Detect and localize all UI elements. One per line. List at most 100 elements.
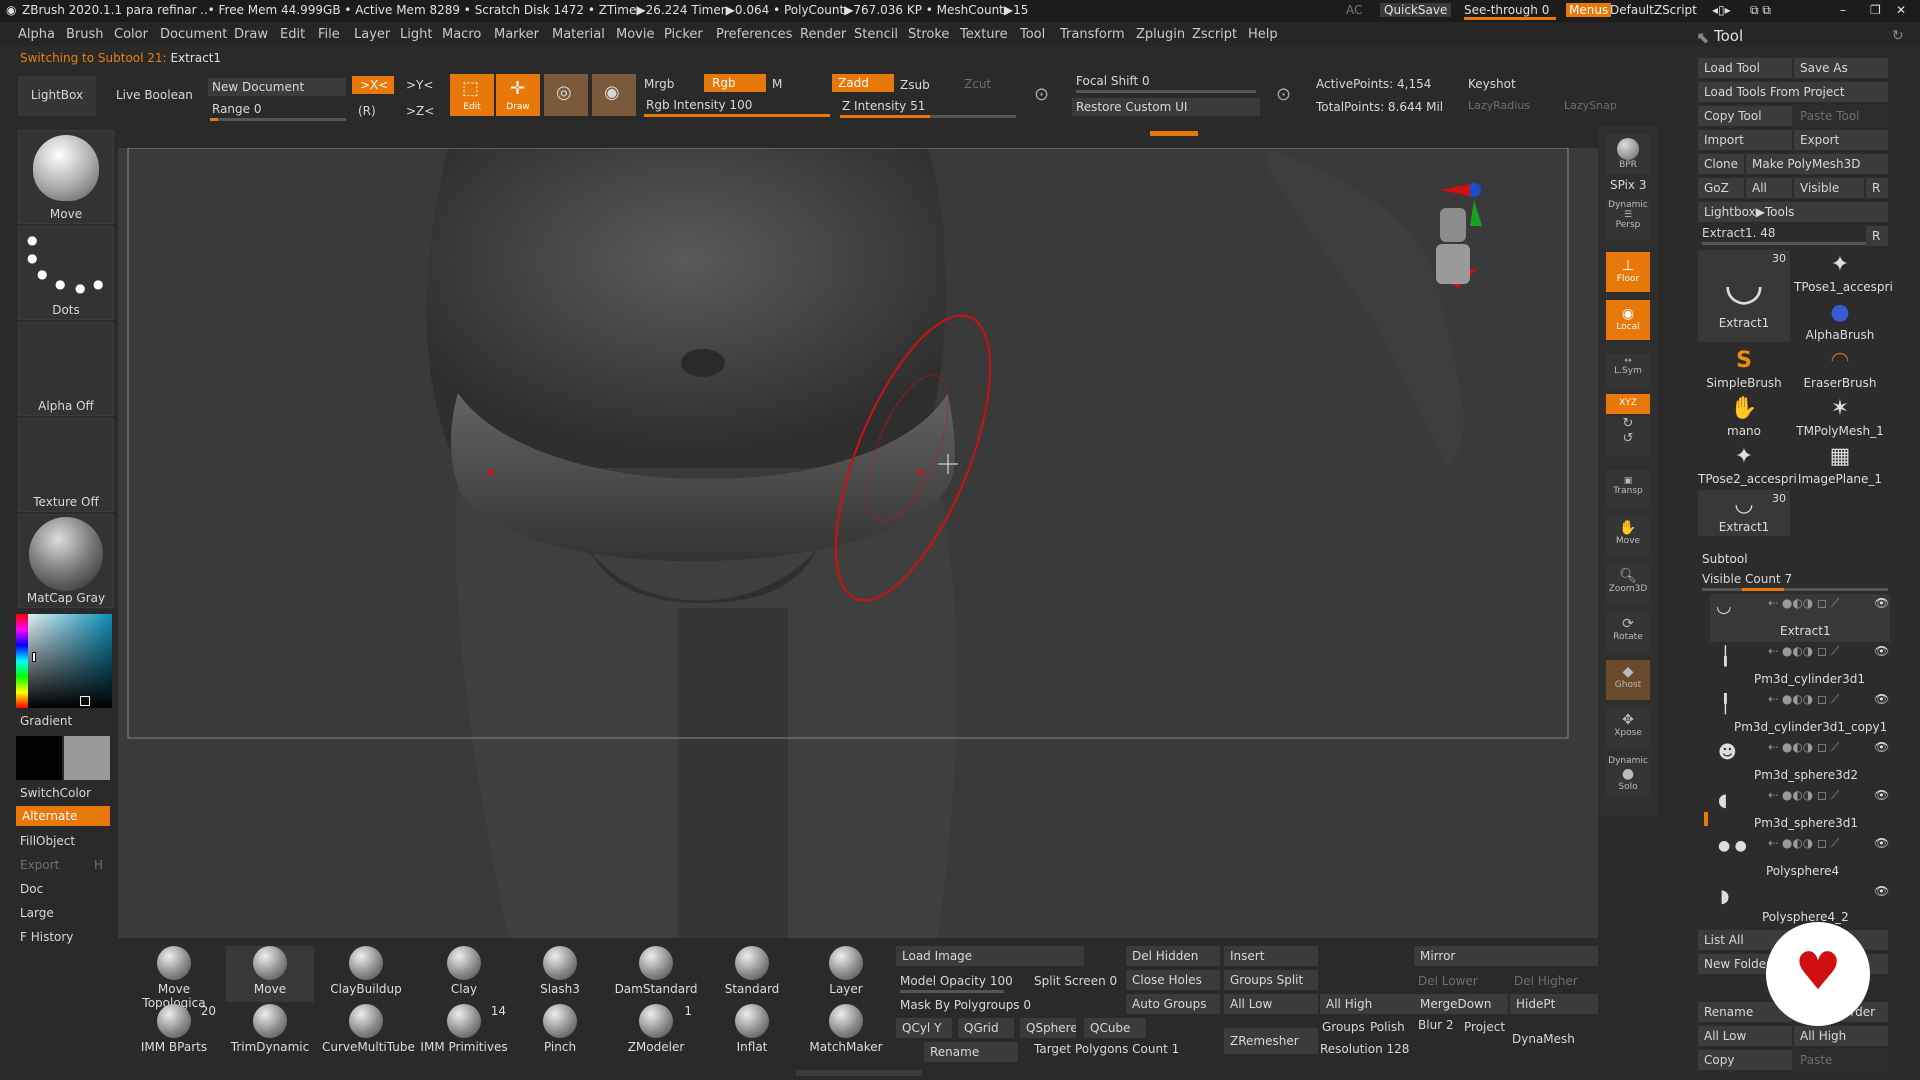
zcut-button[interactable]: Zcut: [964, 77, 991, 91]
xpose-button[interactable]: ✥ Xpose: [1606, 708, 1650, 748]
mergedown-button[interactable]: MergeDown: [1414, 994, 1508, 1014]
import-button[interactable]: Import: [1698, 130, 1792, 150]
move-mode-button[interactable]: ◎: [544, 74, 588, 116]
visible-count-track[interactable]: [1702, 588, 1888, 591]
xyz-button[interactable]: XYZ: [1606, 394, 1650, 414]
subtool-scroll-marker[interactable]: [1704, 812, 1708, 826]
del-lower-button[interactable]: Del Lower: [1418, 974, 1478, 988]
paste-tool-button[interactable]: Paste Tool: [1794, 106, 1888, 126]
subtool-toggle-icons[interactable]: ⇠ ●◐◑ ◻ ⟋: [1768, 836, 1839, 851]
make-polymesh3d-button[interactable]: Make PolyMesh3D: [1746, 154, 1888, 174]
sculpt-model[interactable]: [118, 148, 1598, 938]
stroke-s-icon[interactable]: ⊙: [1034, 84, 1049, 105]
eye-icon[interactable]: 👁︎: [1874, 740, 1889, 754]
qgrid-button[interactable]: QGrid: [958, 1018, 1014, 1038]
load-image-button[interactable]: Load Image: [896, 946, 1084, 966]
tool-thumb-eraserbrush[interactable]: ◠ EraserBrush: [1794, 346, 1886, 392]
menu-render[interactable]: Render: [800, 27, 846, 42]
subtool-all-high-button[interactable]: All High: [1794, 1026, 1888, 1046]
resolution-slider[interactable]: Resolution 128: [1320, 1042, 1409, 1056]
target-polygons-slider[interactable]: Target Polygons Count 1: [1034, 1042, 1179, 1056]
lsym-button[interactable]: ↔ L.Sym: [1606, 354, 1650, 388]
brush-trimdynamic[interactable]: TrimDynamic: [226, 1004, 314, 1060]
project-toggle[interactable]: Project: [1464, 1020, 1505, 1034]
menu-edit[interactable]: Edit: [280, 27, 305, 42]
subtool-toggle-icons[interactable]: ⇠ ●◐◑ ◻ ⟋: [1768, 788, 1839, 803]
model-opacity-slider[interactable]: Model Opacity 100: [900, 974, 1013, 988]
brush-clay[interactable]: Clay: [420, 946, 508, 1002]
y-sym-button[interactable]: >Y<: [406, 78, 433, 92]
zadd-button[interactable]: Zadd: [832, 74, 894, 92]
local-button[interactable]: ◉ Local: [1606, 300, 1650, 340]
x-sym-button[interactable]: >X<: [352, 76, 394, 94]
m-button[interactable]: M: [772, 77, 782, 91]
brush-imm-primitives[interactable]: IMM Primitives 14: [420, 1004, 508, 1060]
mask-polygroups-slider[interactable]: Mask By Polygroups 0: [900, 998, 1031, 1012]
zoom3d-button[interactable]: 🔍︎ Zoom3D: [1606, 564, 1650, 604]
eye-icon[interactable]: 👁︎: [1874, 644, 1889, 658]
subtool-toggle-icons[interactable]: ⇠ ●◐◑ ◻ ⟋: [1768, 692, 1839, 707]
tool-thumb-imageplane[interactable]: ▦ ImagePlane_1: [1794, 442, 1886, 488]
lazy-radius-slider[interactable]: LazyRadius: [1468, 99, 1530, 112]
rgb-intensity-slider[interactable]: Rgb Intensity 100: [646, 98, 752, 112]
tool-thumb-mano[interactable]: ✋ mano: [1698, 394, 1790, 440]
menu-tool[interactable]: Tool: [1020, 27, 1045, 42]
subtool-toggle-icons[interactable]: ⇠ ●◐◑ ◻ ⟋: [1768, 740, 1839, 755]
tool-thumb-tmpolymesh[interactable]: ✶ TMPolyMesh_1: [1794, 394, 1886, 440]
brush-zmodeler[interactable]: ZModeler 1: [612, 1004, 700, 1060]
tool-panel-title[interactable]: Tool: [1714, 27, 1743, 45]
insert-button[interactable]: Insert: [1224, 946, 1318, 966]
eye-icon[interactable]: 👁︎: [1874, 836, 1889, 850]
tool-thumb-simplebrush[interactable]: S SimpleBrush: [1698, 346, 1790, 392]
dynamesh-button[interactable]: DynaMesh: [1512, 1032, 1575, 1046]
h-button[interactable]: H: [94, 858, 103, 872]
export-tool-button[interactable]: Export: [1794, 130, 1888, 150]
range-slider-track[interactable]: [210, 118, 346, 121]
quicksave-button[interactable]: QuickSave: [1380, 3, 1452, 17]
menu-movie[interactable]: Movie: [616, 27, 654, 42]
goz-button[interactable]: GoZ: [1698, 178, 1744, 198]
export-button[interactable]: Export: [20, 858, 59, 872]
alpha-selector[interactable]: Alpha Off: [18, 322, 114, 416]
canvas-viewport[interactable]: [118, 148, 1598, 938]
all-high-button[interactable]: All High: [1320, 994, 1414, 1014]
maximize-icon[interactable]: ❐: [1870, 3, 1881, 17]
menu-draw[interactable]: Draw: [234, 27, 268, 42]
subtool-copy-button[interactable]: Copy: [1698, 1050, 1792, 1070]
polish-toggle[interactable]: Polish: [1370, 1020, 1405, 1034]
gradient-button[interactable]: Gradient: [20, 714, 72, 728]
rgb-intensity-track[interactable]: [644, 114, 830, 117]
goz-all-button[interactable]: All: [1746, 178, 1792, 198]
subtool-toggle-icons[interactable]: ⇠ ●◐◑ ◻ ⟋: [1768, 644, 1839, 659]
visible-count-slider[interactable]: Visible Count 7: [1702, 572, 1792, 586]
current-tool-slider[interactable]: Extract1. 48: [1702, 226, 1776, 240]
layout-arrows-icon[interactable]: ◂▯▸: [1712, 3, 1731, 17]
subtool-row[interactable]: ╿ Pm3d_cylinder3d1_copy1 ⇠ ●◐◑ ◻ ⟋ 👁︎: [1710, 690, 1890, 738]
scale-mode-button[interactable]: ◉: [592, 74, 636, 116]
tool-thumb-tpose1[interactable]: ✦ TPose1_accespri: [1794, 250, 1893, 296]
texture-selector[interactable]: Texture Off: [18, 418, 114, 512]
live-boolean-button[interactable]: Live Boolean: [116, 88, 193, 102]
new-document-button[interactable]: New Document: [208, 78, 346, 96]
subtool-paste-button[interactable]: Paste: [1794, 1050, 1888, 1070]
eye-icon[interactable]: 👁︎: [1874, 596, 1889, 610]
split-screen-slider[interactable]: Split Screen 0: [1034, 974, 1117, 988]
menu-zscript[interactable]: Zscript: [1192, 27, 1237, 42]
brush-selector[interactable]: Move: [18, 130, 114, 224]
brush-move-topological[interactable]: Move Topologica: [130, 946, 218, 1010]
rgb-button[interactable]: Rgb: [704, 74, 766, 92]
current-tool-track[interactable]: [1702, 242, 1866, 245]
qcube-button[interactable]: QCube: [1084, 1018, 1146, 1038]
subtool-row[interactable]: ● ● Polysphere4 ⇠ ●◐◑ ◻ ⟋ 👁︎: [1710, 834, 1890, 882]
large-button[interactable]: Large: [20, 906, 54, 920]
brush-claybuildup[interactable]: ClayBuildup: [322, 946, 410, 1002]
tool-thumb-alphabrush[interactable]: ● AlphaBrush: [1794, 298, 1886, 344]
z-intensity-track[interactable]: [840, 115, 1016, 118]
main-color-swatch[interactable]: [16, 736, 62, 780]
mirror-button[interactable]: Mirror: [1414, 946, 1598, 966]
subtool-row[interactable]: ◗ Polysphere4_2 👁︎: [1710, 882, 1890, 924]
load-tools-from-project-button[interactable]: Load Tools From Project: [1698, 82, 1888, 102]
edit-button[interactable]: ⬚ Edit: [450, 74, 494, 116]
lazy-snap-slider[interactable]: LazySnap: [1564, 99, 1617, 112]
menu-stroke[interactable]: Stroke: [908, 27, 949, 42]
